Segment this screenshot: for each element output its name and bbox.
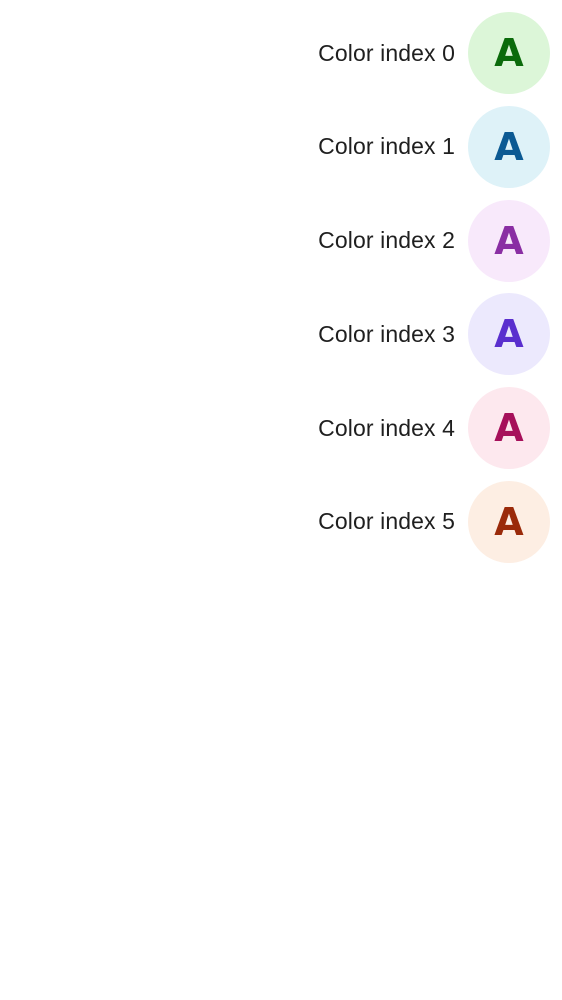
color-index-label: Color index 1 bbox=[318, 133, 455, 160]
list-item[interactable]: Color index 1 A bbox=[318, 105, 550, 188]
color-index-label: Color index 3 bbox=[318, 320, 455, 347]
letter-avatar: A bbox=[468, 387, 550, 470]
letter-avatar: A bbox=[468, 293, 550, 376]
letter-avatar: A bbox=[468, 105, 550, 188]
list-item[interactable]: Color index 5 A bbox=[318, 480, 550, 563]
color-index-label: Color index 2 bbox=[318, 227, 455, 254]
color-index-list: Color index 0 A Color index 1 A Color in… bbox=[318, 12, 550, 575]
list-item[interactable]: Color index 2 A bbox=[318, 199, 550, 282]
color-index-label: Color index 4 bbox=[318, 414, 455, 441]
letter-avatar: A bbox=[468, 12, 550, 94]
letter-avatar: A bbox=[468, 199, 550, 282]
list-item[interactable]: Color index 4 A bbox=[318, 387, 550, 470]
list-item[interactable]: Color index 3 A bbox=[318, 293, 550, 376]
list-item[interactable]: Color index 0 A bbox=[318, 12, 550, 94]
color-index-label: Color index 0 bbox=[318, 39, 455, 66]
color-index-label: Color index 5 bbox=[318, 508, 455, 535]
letter-avatar: A bbox=[468, 480, 550, 563]
